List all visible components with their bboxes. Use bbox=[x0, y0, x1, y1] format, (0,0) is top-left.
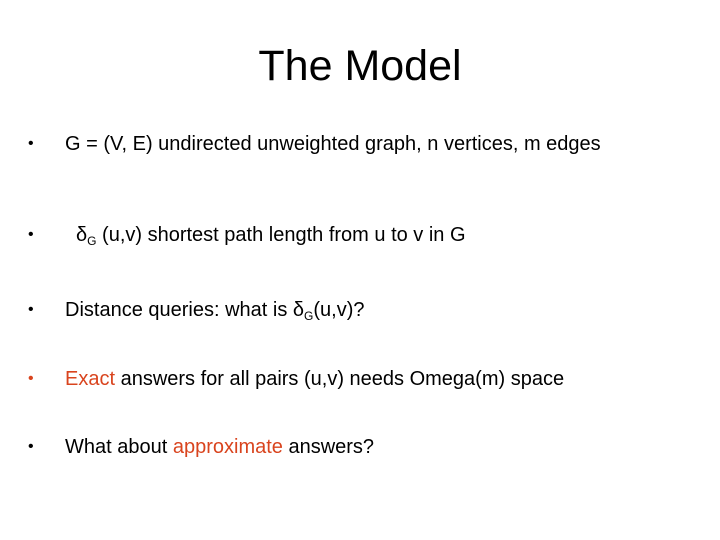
bullet-text: δG (u,v) shortest path length from u to … bbox=[76, 222, 688, 254]
bullet-dot-icon: • bbox=[28, 301, 34, 318]
bullet-dot-icon: • bbox=[28, 370, 34, 387]
bullet-item: • Exact answers for all pairs (u,v) need… bbox=[28, 366, 688, 392]
bullet-item: • G = (V, E) undirected unweighted graph… bbox=[28, 131, 688, 157]
delta-symbol: δ bbox=[76, 224, 88, 246]
bullet-suffix-text: answers? bbox=[282, 436, 375, 458]
subscript-g: G bbox=[304, 309, 314, 323]
bullet-prefix-text: Distance queries: what is bbox=[65, 299, 293, 321]
bullet-text: Distance queries: what is δG(u,v)? bbox=[65, 297, 688, 329]
highlight-exact: Exact bbox=[65, 368, 116, 390]
bullet-text: G = (V, E) undirected unweighted graph, … bbox=[65, 133, 601, 155]
bullet-dot-icon: • bbox=[28, 135, 34, 152]
delta-symbol: δ bbox=[292, 299, 305, 321]
bullet-dot-icon: • bbox=[28, 438, 34, 455]
bullet-rest-text: answers for all pairs (u,v) needs Omega(… bbox=[115, 368, 565, 390]
slide-title: The Model bbox=[258, 42, 462, 90]
highlight-approximate: approximate bbox=[172, 436, 283, 458]
bullet-text: What about approximate answers? bbox=[65, 434, 688, 460]
bullet-rest-text: (u,v) shortest path length from u to v i… bbox=[96, 224, 466, 246]
bullet-item: • Distance queries: what is δG(u,v)? bbox=[28, 297, 688, 329]
bullet-item: • δG (u,v) shortest path length from u t… bbox=[28, 222, 688, 254]
bullet-dot-icon: • bbox=[28, 226, 34, 243]
bullet-prefix-text: What about bbox=[65, 436, 173, 458]
bullet-text: Exact answers for all pairs (u,v) needs … bbox=[65, 366, 688, 392]
bullet-item: • What about approximate answers? bbox=[28, 434, 688, 460]
bullet-suffix-text: (u,v)? bbox=[313, 299, 365, 321]
